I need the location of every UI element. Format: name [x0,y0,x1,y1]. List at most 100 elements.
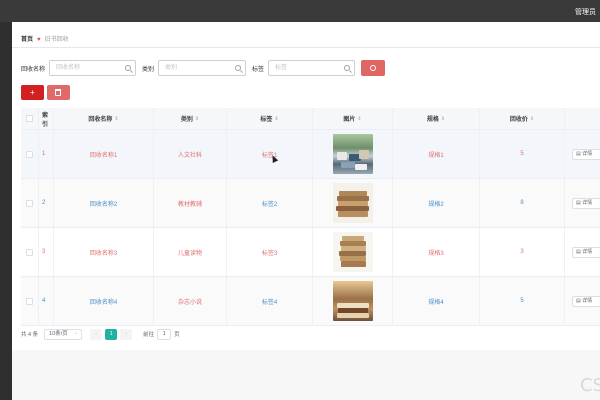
header-category: 类别 [180,117,193,123]
row-tag: 标签2 [261,201,278,208]
old-books-image[interactable] [332,232,373,272]
trash-icon [55,89,61,96]
breadcrumb-current: 旧书回收 [44,37,69,43]
category-input[interactable] [159,61,246,75]
row-spec: 规格1 [428,152,444,159]
top-bar: 管理员 [0,0,600,22]
name-field[interactable] [49,60,137,76]
table-row[interactable]: 3 回收名称3 儿童读物 标签3 规格3 3 ▤ 详情 [21,228,600,277]
watermark: CS [580,375,600,396]
header-price: 回收价 [509,117,528,123]
row-price: 5 [520,298,524,304]
row-category: 杂志小说 [177,299,202,306]
row-index: 4 [39,277,54,325]
page-unit-label: 页 [174,332,180,338]
row-index: 3 [39,228,54,276]
table-row[interactable]: 2 回收名称2 教材教辅 标签2 规格2 8 ▤ 详情 [21,179,600,228]
detail-button[interactable]: ▤ 详情 [572,295,600,307]
pager-total: 共 4 条 [21,332,39,338]
detail-button[interactable]: ▤ 详情 [572,246,600,258]
row-category: 人文社科 [177,152,202,159]
table-row[interactable]: 1 回收名称1 人文社科 标签1 规格1 5 ▤ 详情 [21,130,600,179]
row-index: 2 [39,179,54,227]
category-field[interactable] [158,60,247,76]
name-input[interactable] [50,61,136,75]
add-button[interactable]: + [21,85,44,100]
sort-icon: ⇕ [194,115,200,122]
row-tag: 标签3 [261,250,278,257]
sort-icon: ⇕ [440,115,446,122]
main-content: 首页♥旧书回收 回收名称 类别 标签 + 索引 回收名称⇕ [12,22,600,400]
search-button[interactable] [361,60,386,76]
row-price: 3 [520,249,524,255]
sort-icon: ⇕ [357,115,362,122]
row-category: 儿童读物 [177,250,202,257]
row-spec: 规格3 [428,250,444,257]
header-price-sortable[interactable]: 回收价 ⇕ [480,108,565,129]
book-stack-image[interactable] [332,183,373,223]
detail-button[interactable]: ▤ 详情 [572,148,600,160]
search-icon [125,65,132,71]
row-checkbox[interactable] [26,248,33,256]
pagination: 共 4 条 10条/页 ‹ 1 › 前往 1 页 [21,328,180,340]
data-table: 索引 回收名称 ⇕ 类别 ⇕ 标签 ⇕ 图片 ⇕ 规格 ⇕ 回收价 ⇕ 1 回收名称1 人文… [21,108,600,326]
tag-field[interactable] [268,60,356,76]
row-checkbox[interactable] [26,150,33,158]
header-spec: 规格 [426,117,439,123]
row-spec: 规格4 [428,299,444,306]
book-pile-image[interactable] [332,134,373,174]
table-header: 索引 回收名称 ⇕ 类别 ⇕ 标签 ⇕ 图片 ⇕ 规格 ⇕ 回收价 ⇕ [21,108,600,130]
search-form: 回收名称 类别 标签 [21,60,386,76]
breadcrumb-home[interactable]: 首页 [21,37,33,43]
prev-page-button[interactable]: ‹ [90,328,103,340]
tag-label: 标签 [252,66,265,73]
header-tag: 标签 [260,117,273,123]
row-spec: 规格2 [428,201,444,208]
header-name-sortable[interactable]: 回收名称 ⇕ [54,108,154,129]
user-name[interactable]: 管理员 [575,7,596,17]
tag-input[interactable] [269,61,355,75]
select-all-checkbox[interactable] [26,115,33,122]
row-name: 回收名称2 [89,201,118,208]
row-index: 1 [39,130,54,178]
next-page-button[interactable]: › [120,328,133,340]
row-name: 回收名称1 [89,152,118,159]
row-checkbox[interactable] [26,297,33,305]
header-tag-sortable[interactable]: 标签 ⇕ [227,108,313,129]
name-label: 回收名称 [21,66,46,73]
row-name: 回收名称4 [89,299,118,306]
search-icon [235,65,242,71]
header-image: 图片 [343,117,356,123]
breadcrumb: 首页 ♥ 旧书回收 [21,34,69,43]
header-spec-sortable[interactable]: 规格 ⇕ [393,108,480,129]
search-icon [344,65,351,71]
table-row[interactable]: 4 回收名称4 杂志小说 标签4 规格4 5 ▤ 详情 [21,277,600,326]
category-label: 类别 [142,66,155,73]
goto-label: 前往 [143,332,155,338]
footer-band: CS [12,350,600,400]
action-bar: + [21,85,70,100]
header-image-sortable[interactable]: 图片 ⇕ [313,108,393,129]
detail-button[interactable]: ▤ 详情 [572,197,600,209]
sort-icon: ⇕ [274,115,279,122]
page-size-select[interactable]: 10条/页 [44,328,83,340]
row-price: 8 [520,200,524,206]
header-category-sortable[interactable]: 类别 ⇕ [154,108,227,129]
divider [12,47,600,48]
row-checkbox[interactable] [26,199,33,207]
row-name: 回收名称3 [89,250,118,257]
header-index: 索引 [42,112,49,128]
sort-icon: ⇕ [114,115,119,122]
bookshelf-image[interactable] [332,281,373,321]
search-icon [370,65,377,71]
sidebar-strip [0,22,12,400]
row-price: 5 [520,151,524,157]
sort-icon: ⇕ [529,115,535,122]
heart-icon: ♥ [37,37,41,43]
header-name: 回收名称 [88,117,113,123]
page-number-button[interactable]: 1 [105,328,118,340]
row-tag: 标签4 [261,299,278,306]
row-category: 教材教辅 [177,201,202,208]
delete-button[interactable] [47,85,70,100]
goto-page-input[interactable]: 1 [157,328,172,340]
